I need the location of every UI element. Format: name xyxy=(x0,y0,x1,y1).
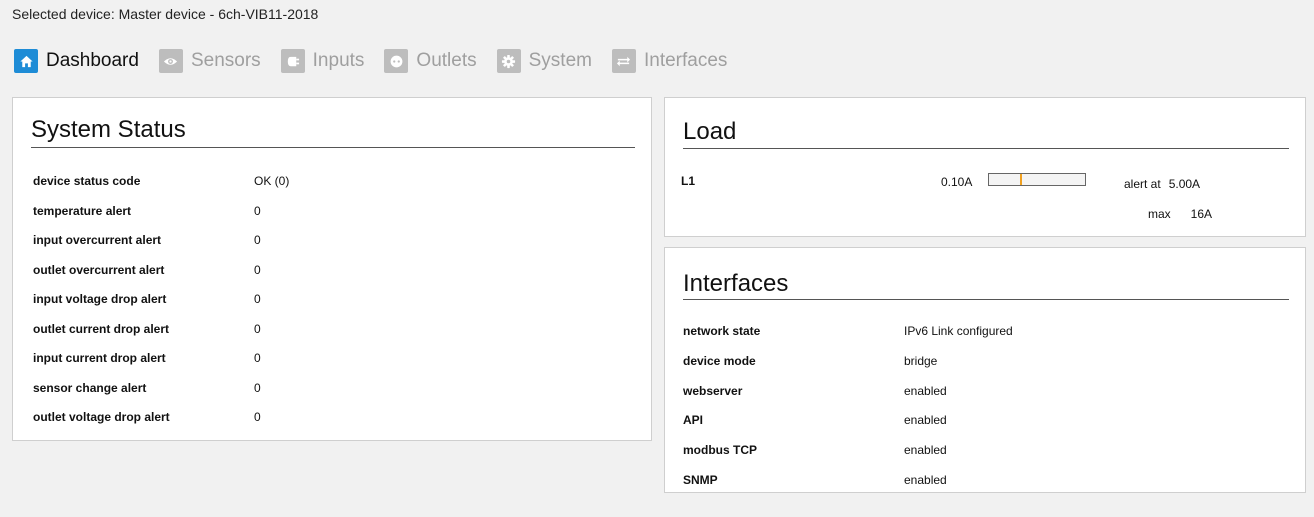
max-current: max 16A xyxy=(1148,207,1212,221)
title-divider xyxy=(683,148,1289,149)
status-value: OK (0) xyxy=(254,174,290,188)
selected-device-label: Selected device: Master device - 6ch-VIB… xyxy=(12,6,319,22)
interface-value: enabled xyxy=(904,443,947,457)
nav-system[interactable]: System xyxy=(496,49,592,73)
status-label: sensor change alert xyxy=(33,380,147,395)
status-label: input overcurrent alert xyxy=(33,233,162,247)
load-bar xyxy=(988,173,1086,186)
max-current-value: 16A xyxy=(1190,207,1213,221)
interfaces-panel: Interfaces network state IPv6 Link confi… xyxy=(664,247,1306,493)
interface-value: enabled xyxy=(904,384,947,398)
interface-label: webserver xyxy=(683,384,743,398)
interface-label: network state xyxy=(683,324,761,338)
interface-label: device mode xyxy=(683,354,756,368)
alert-threshold-label: alert at xyxy=(1124,177,1161,191)
arrows-icon xyxy=(611,49,636,73)
status-value: 0 xyxy=(254,380,261,395)
status-value: 0 xyxy=(254,321,261,336)
home-icon xyxy=(14,49,38,73)
interface-label: modbus TCP xyxy=(683,443,757,457)
load-current-value: 0.10A xyxy=(941,175,973,189)
status-label: outlet voltage drop alert xyxy=(33,410,170,424)
status-label: outlet current drop alert xyxy=(33,321,170,336)
interface-label: SNMP xyxy=(683,473,718,487)
nav-inputs[interactable]: Inputs xyxy=(280,49,365,73)
title-divider xyxy=(683,299,1289,300)
plug-icon xyxy=(280,49,305,73)
title-divider xyxy=(31,147,635,148)
status-label: temperature alert xyxy=(33,203,132,218)
interface-value: IPv6 Link configured xyxy=(904,324,1013,338)
eye-icon xyxy=(158,49,183,73)
status-value: 0 xyxy=(254,292,261,306)
load-panel: Load L1 0.10A alert at 5.00A max 16A xyxy=(664,97,1306,237)
nav-dashboard-label: Dashboard xyxy=(46,50,139,71)
nav-dashboard[interactable]: Dashboard xyxy=(14,49,139,73)
alert-threshold-value: 5.00A xyxy=(1168,177,1201,191)
status-value: 0 xyxy=(254,203,261,218)
load-line-label: L1 xyxy=(681,174,696,188)
status-label: input current drop alert xyxy=(33,351,166,365)
interface-value: enabled xyxy=(904,413,947,427)
load-bar-marker xyxy=(1019,174,1022,185)
interface-value: bridge xyxy=(904,354,938,368)
max-current-label: max xyxy=(1148,207,1171,221)
load-title: Load xyxy=(683,118,737,145)
status-value: 0 xyxy=(254,233,261,247)
interface-label: API xyxy=(683,413,704,427)
status-label: input voltage drop alert xyxy=(33,292,167,306)
nav-inputs-label: Inputs xyxy=(312,50,365,71)
main-nav: Dashboard Sensors Inputs Outlets System … xyxy=(14,47,747,75)
status-label: outlet overcurrent alert xyxy=(33,262,165,277)
interfaces-title: Interfaces xyxy=(683,270,789,297)
status-value: 0 xyxy=(254,410,261,424)
system-status-title: System Status xyxy=(31,116,186,143)
status-value: 0 xyxy=(254,351,261,365)
nav-system-label: System xyxy=(528,50,592,71)
gear-icon xyxy=(496,49,521,73)
nav-sensors[interactable]: Sensors xyxy=(158,49,261,73)
nav-sensors-label: Sensors xyxy=(190,50,261,71)
interface-value: enabled xyxy=(904,473,947,487)
nav-interfaces[interactable]: Interfaces xyxy=(611,49,728,73)
status-value: 0 xyxy=(254,262,261,277)
alert-threshold: alert at 5.00A xyxy=(1124,177,1208,191)
nav-interfaces-label: Interfaces xyxy=(643,50,728,71)
nav-outlets-label: Outlets xyxy=(416,50,477,71)
nav-outlets[interactable]: Outlets xyxy=(384,49,477,73)
outlet-icon xyxy=(384,49,409,73)
status-label: device status code xyxy=(33,174,141,188)
system-status-panel: System Status device status code OK (0) … xyxy=(12,97,652,441)
